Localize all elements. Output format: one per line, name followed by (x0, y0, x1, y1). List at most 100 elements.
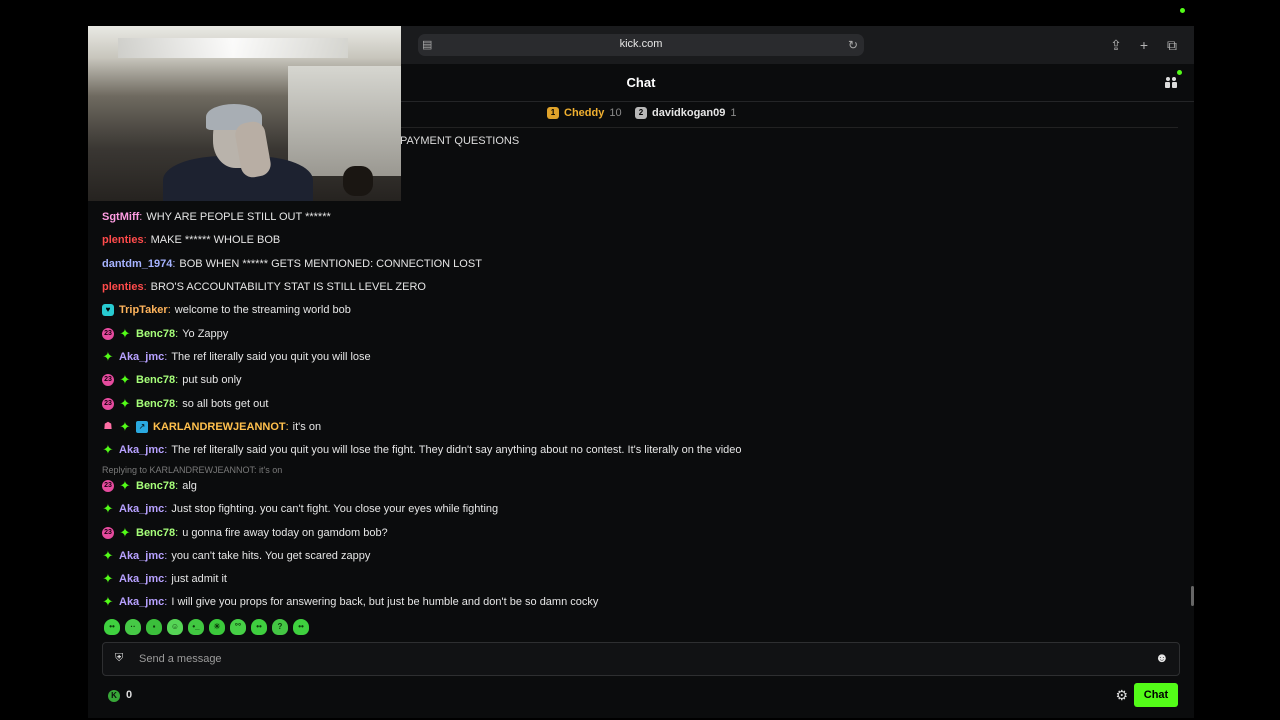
username-separator: : (175, 398, 179, 410)
chat-message[interactable]: ✦ Aka_jmc: just admit it (102, 572, 227, 585)
chat-text: I will give you props for answering back… (171, 596, 599, 608)
spark-badge-icon[interactable]: ✦ (119, 397, 131, 410)
chat-username[interactable]: Aka_jmc (119, 351, 164, 363)
sub-badge-icon[interactable]: 23 (102, 398, 114, 410)
chat-text: The ref literally said you quit you will… (171, 351, 371, 363)
scrollbar[interactable] (1191, 586, 1194, 606)
chat-username[interactable]: Aka_jmc (119, 444, 164, 456)
emote-icon[interactable]: ☺ (167, 619, 183, 635)
spark-badge-icon[interactable]: ✦ (102, 572, 114, 585)
points-icon[interactable]: K (108, 690, 120, 702)
chat-message[interactable]: SgtMiff: WHY ARE PEOPLE STILL OUT ****** (102, 211, 331, 223)
spark-badge-icon[interactable]: ✦ (102, 549, 114, 562)
emote-bar: •• ·· ▪ ☺ •_ ☀ °° ••? •• (104, 619, 309, 635)
chat-message[interactable]: 23 ✦ Benc78: so all bots get out (102, 397, 268, 410)
chat-text: welcome to the streaming world bob (174, 304, 351, 316)
chat-text: BOB WHEN ****** GETS MENTIONED: CONNECTI… (179, 258, 482, 270)
chatters-icon[interactable] (1164, 70, 1182, 89)
emote-icon[interactable]: °° (230, 619, 246, 635)
gear-icon[interactable]: ⚙ (1115, 687, 1128, 704)
leaderboard-entry[interactable]: 1 Cheddy 10 (547, 107, 622, 119)
spark-badge-icon[interactable]: ✦ (102, 595, 114, 608)
chat-message[interactable]: 23 ✦ Benc78: u gonna fire away today on gam… (102, 526, 388, 539)
chat-username[interactable]: KARLANDREWJEANNOT (153, 421, 286, 433)
spark-badge-icon[interactable]: ✦ (119, 373, 131, 386)
chat-message[interactable]: ✦ Aka_jmc: The ref literally said you quit… (102, 350, 371, 363)
chat-message[interactable]: ♥ TripTaker: welcome to the streaming worl… (102, 304, 351, 316)
emote-icon[interactable]: ? (272, 619, 288, 635)
address-bar[interactable]: ▤ kick.com ↻ (418, 34, 864, 56)
shield-icon[interactable]: ⛨ (115, 652, 127, 664)
chat-username[interactable]: Aka_jmc (119, 550, 164, 562)
emote-icon[interactable]: •• (251, 619, 267, 635)
chat-message[interactable]: ☗ ✦ ↗ KARLANDREWJEANNOT: it's on (102, 420, 321, 433)
username-separator: : (285, 421, 289, 433)
chat-username[interactable]: Aka_jmc (119, 596, 164, 608)
chat-message[interactable]: 23 ✦ Benc78: alg (102, 479, 197, 492)
message-input[interactable] (137, 643, 1141, 675)
username-separator: : (164, 550, 168, 562)
chat-message[interactable]: plenties: MAKE ****** WHOLE BOB (102, 234, 280, 246)
chat-message[interactable]: ✦ Aka_jmc: Just stop fighting. you can't f… (102, 502, 499, 515)
chat-message[interactable]: 23 ✦ Benc78: Yo Zappy (102, 327, 228, 340)
spark-badge-icon[interactable]: ✦ (119, 327, 131, 340)
spark-badge-icon[interactable]: ✦ (102, 443, 114, 456)
chat-username[interactable]: plenties (102, 234, 144, 246)
chat-text: MAKE ****** WHOLE BOB (150, 234, 281, 246)
reply-context[interactable]: Replying to KARLANDREWJEANNOT: it's on (102, 465, 282, 475)
username-separator: : (164, 596, 168, 608)
ceiling-light (118, 38, 348, 58)
username-separator: : (164, 503, 168, 515)
chat-username[interactable]: plenties (102, 281, 144, 293)
sub-badge-icon[interactable]: 23 (102, 328, 114, 340)
chat-username[interactable]: Benc78 (136, 374, 175, 386)
chat-username[interactable]: TripTaker (119, 304, 168, 316)
emote-icon[interactable]: •• (104, 619, 120, 635)
chat-message[interactable]: 23 ✦ Benc78: put sub only (102, 373, 242, 386)
gift-badge-icon[interactable]: ☗ (102, 421, 114, 433)
emoji-icon[interactable]: ☻ (1155, 651, 1169, 665)
emote-icon[interactable]: •• (293, 619, 309, 635)
spark-badge-icon[interactable]: ✦ (119, 420, 131, 433)
sub-badge-icon[interactable]: 23 (102, 527, 114, 539)
pin-badge-icon[interactable]: ↗ (136, 421, 148, 433)
emote-icon[interactable]: ☀ (209, 619, 225, 635)
username-separator: : (143, 234, 147, 246)
emote-icon[interactable]: ·· (125, 619, 141, 635)
chat-message[interactable]: dantdm_1974: BOB WHEN ****** GETS MENTION… (102, 258, 482, 270)
points-value: 0 (126, 689, 133, 701)
og-badge-icon[interactable]: ♥ (102, 304, 114, 316)
chat-username[interactable]: dantdm_1974 (102, 258, 172, 270)
sub-badge-icon[interactable]: 23 (102, 374, 114, 386)
emote-icon[interactable]: ▪ (146, 619, 162, 635)
rank-medal-icon: 2 (635, 107, 647, 119)
chat-username[interactable]: Benc78 (136, 480, 175, 492)
pinned-message[interactable]: PAYMENT QUESTIONS (400, 135, 519, 147)
chat-username[interactable]: Benc78 (136, 328, 175, 340)
leaderboard-entry[interactable]: 2 davidkogan09 1 (635, 107, 736, 119)
send-chat-button[interactable]: Chat (1134, 683, 1178, 707)
tabs-overview-icon[interactable]: ⧉ (1164, 37, 1180, 53)
spark-badge-icon[interactable]: ✦ (119, 526, 131, 539)
reload-icon[interactable]: ↻ (848, 38, 858, 52)
chat-text: BRO'S ACCOUNTABILITY STAT IS STILL LEVEL… (150, 281, 426, 293)
spark-badge-icon[interactable]: ✦ (119, 479, 131, 492)
spark-badge-icon[interactable]: ✦ (102, 502, 114, 515)
sub-badge-icon[interactable]: 23 (102, 480, 114, 492)
message-box: ⛨ ☻ (102, 642, 1180, 676)
chat-message[interactable]: ✦ Aka_jmc: I will give you props for answe… (102, 595, 599, 608)
chat-username[interactable]: Aka_jmc (119, 573, 164, 585)
chat-message[interactable]: ✦ Aka_jmc: The ref literally said you quit… (102, 443, 742, 456)
new-tab-icon[interactable]: + (1136, 37, 1152, 53)
chat-username[interactable]: Benc78 (136, 398, 175, 410)
chat-username[interactable]: SgtMiff (102, 211, 139, 223)
chat-message[interactable]: ✦ Aka_jmc: you can't take hits. You get sc… (102, 549, 371, 562)
online-dot (1177, 70, 1182, 75)
share-icon[interactable]: ⇪ (1108, 37, 1124, 53)
spark-badge-icon[interactable]: ✦ (102, 350, 114, 363)
chat-username[interactable]: Aka_jmc (119, 503, 164, 515)
emote-icon[interactable]: •_ (188, 619, 204, 635)
chat-message[interactable]: plenties: BRO'S ACCOUNTABILITY STAT IS ST… (102, 281, 426, 293)
chat-username[interactable]: Benc78 (136, 527, 175, 539)
rank-medal-icon: 1 (547, 107, 559, 119)
